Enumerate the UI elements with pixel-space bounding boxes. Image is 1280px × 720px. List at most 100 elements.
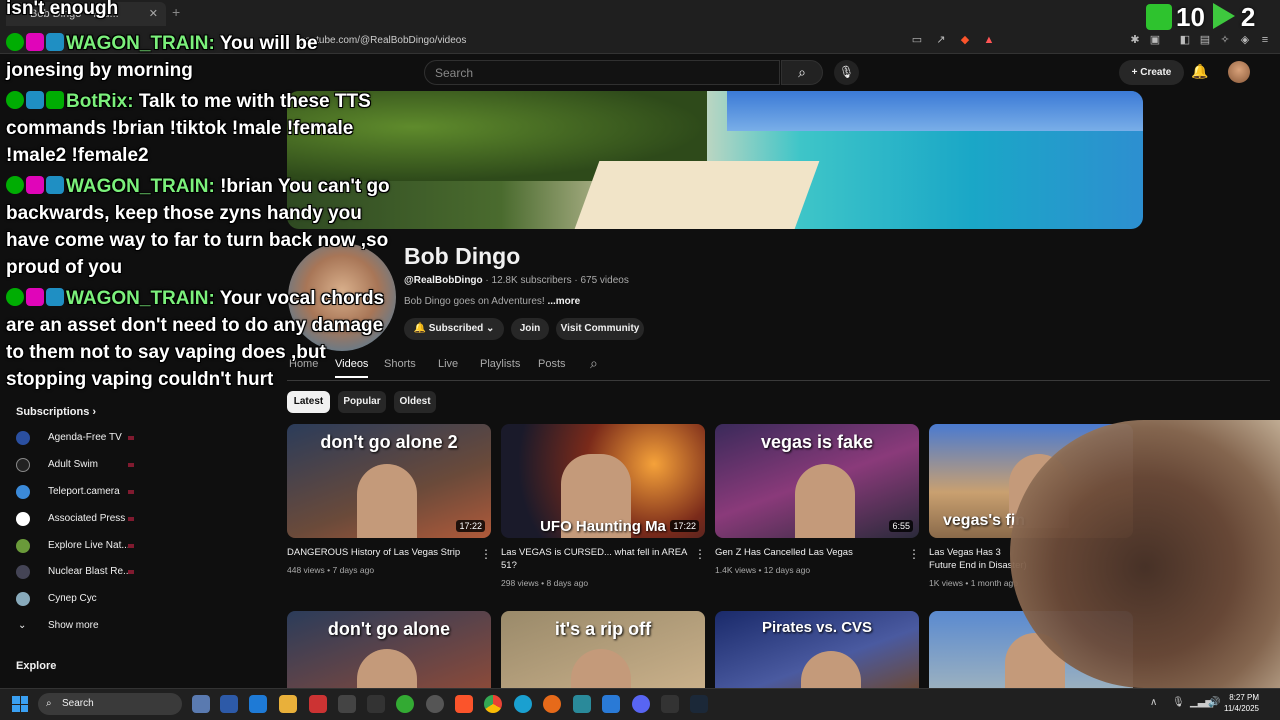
vpn-icon[interactable]: ◈ <box>1238 33 1252 47</box>
notifications-bell-icon[interactable]: 🔔 <box>1191 63 1208 80</box>
search-icon: ⌕ <box>46 698 52 709</box>
video-thumbnail[interactable]: don't go alone 2 17:22 <box>287 424 491 538</box>
vscode-icon[interactable] <box>602 695 620 713</box>
windows-start-icon[interactable] <box>12 696 28 712</box>
search-input[interactable]: Search <box>424 60 780 85</box>
video-title[interactable]: Gen Z Has Cancelled Las Vegas <box>715 546 905 559</box>
sub-label: Nuclear Blast Re... <box>48 566 128 577</box>
sidebar-sub-adult-swim[interactable]: Adult Swim <box>16 455 146 475</box>
video-thumbnail[interactable]: don't go alone <box>287 611 491 688</box>
thumb-text: don't go alone <box>327 619 451 639</box>
chevron-right-icon: › <box>92 406 97 418</box>
subscriptions-heading[interactable]: Subscriptions › <box>16 406 96 418</box>
more-actions-icon[interactable]: ⋮ <box>480 547 492 561</box>
video-title[interactable]: Las VEGAS is CURSED... what fell in AREA… <box>501 546 691 572</box>
channel-search-icon[interactable]: ⌕ <box>590 355 598 372</box>
app-icon[interactable] <box>338 695 356 713</box>
visit-community-button[interactable]: Visit Community <box>556 318 644 340</box>
more-actions-icon[interactable]: ⋮ <box>908 547 920 561</box>
sub-label: Agenda-Free TV <box>48 432 122 443</box>
create-button[interactable]: + Create <box>1119 60 1184 85</box>
app-icon[interactable] <box>249 695 267 713</box>
app-icon[interactable] <box>661 695 679 713</box>
chrome-icon[interactable] <box>484 695 502 713</box>
video-thumbnail[interactable]: UFO Haunting Ma 17:22 <box>501 424 705 538</box>
chat-username: WAGON_TRAIN: <box>66 33 215 54</box>
menu-icon[interactable]: ≡ <box>1258 33 1272 47</box>
subscribed-button[interactable]: 🔔 Subscribed ⌄ <box>404 318 504 340</box>
edge-icon[interactable] <box>514 695 532 713</box>
mic-button[interactable]: 🎙 <box>834 60 859 85</box>
channel-name: Bob Dingo <box>404 243 521 269</box>
channel-description[interactable]: Bob Dingo goes on Adventures! ...more <box>404 296 580 307</box>
clock-date: 11/4/2025 <box>1224 704 1259 713</box>
more-actions-icon[interactable]: ⋮ <box>694 547 706 561</box>
brave-shield-icon[interactable]: ◆ <box>958 33 972 47</box>
brave-icon[interactable] <box>455 695 473 713</box>
sidebar-sub-agenda-free-tv[interactable]: Agenda-Free TV <box>16 428 146 448</box>
duration-badge: 17:22 <box>670 520 699 532</box>
clock-time: 8:27 PM <box>1229 693 1259 702</box>
channel-stats: · 12.8K subscribers · 675 videos <box>485 275 629 286</box>
chat-message: BotRix: Talk to me with these TTS comman… <box>6 88 390 169</box>
tab-live[interactable]: Live <box>438 358 458 370</box>
app-icon[interactable] <box>220 695 238 713</box>
chat-fragment: isn't enough <box>6 0 119 19</box>
system-clock[interactable]: 8:27 PM 11/4/2025 <box>1224 692 1259 714</box>
join-button[interactable]: Join <box>511 318 549 340</box>
tab-divider <box>287 380 1270 381</box>
kick-count: 10 <box>1176 2 1205 32</box>
taskbar-search[interactable]: ⌕ Search <box>38 693 182 715</box>
share-icon[interactable]: ↗ <box>934 33 948 47</box>
webcam-overlay <box>1010 420 1280 688</box>
steam-icon[interactable] <box>690 695 708 713</box>
video-thumbnail[interactable]: Pirates vs. CVS <box>715 611 919 688</box>
cast-icon[interactable]: ▭ <box>910 33 924 47</box>
rewards-icon[interactable]: ▲ <box>982 33 996 47</box>
tab-posts[interactable]: Posts <box>538 358 566 370</box>
video-meta: 1K views • 1 month ago <box>929 578 1018 588</box>
app-icon[interactable] <box>573 695 591 713</box>
app-icon[interactable] <box>309 695 327 713</box>
file-explorer-icon[interactable] <box>279 695 297 713</box>
discord-icon[interactable] <box>632 695 650 713</box>
volume-icon[interactable]: 🔊 <box>1208 697 1220 708</box>
mic-icon: 🎙 <box>838 65 855 79</box>
chat-message: WAGON_TRAIN: !brian You can't go backwar… <box>6 173 390 281</box>
wallet-icon[interactable]: ▤ <box>1198 33 1212 47</box>
account-avatar[interactable] <box>1228 61 1250 83</box>
app-icon[interactable] <box>192 695 210 713</box>
firefox-icon[interactable] <box>543 695 561 713</box>
chat-username: WAGON_TRAIN: <box>66 288 215 309</box>
chip-oldest[interactable]: Oldest <box>394 391 436 413</box>
sub-label: Adult Swim <box>48 459 99 470</box>
video-thumbnail[interactable]: vegas is fake 6:55 <box>715 424 919 538</box>
tab-playlists[interactable]: Playlists <box>480 358 520 370</box>
sidebar-sub-super-sus[interactable]: Супер Сус <box>16 589 146 609</box>
sidebar-sub-teleport-camera[interactable]: Teleport.camera <box>16 482 146 502</box>
microphone-icon[interactable]: 🎙 <box>1172 697 1185 708</box>
video-thumbnail[interactable]: it's a rip off <box>501 611 705 688</box>
sidebar-sub-associated-press[interactable]: Associated Press <box>16 509 146 529</box>
more-link[interactable]: ...more <box>547 296 580 307</box>
leo-ai-icon[interactable]: ✧ <box>1218 33 1232 47</box>
search-icon: ⌕ <box>798 64 806 80</box>
screenshot-icon[interactable]: ▣ <box>1148 33 1162 47</box>
explore-heading: Explore <box>16 660 57 672</box>
tray-chevron-icon[interactable]: ∧ <box>1150 697 1157 708</box>
show-more-button[interactable]: ⌄ Show more <box>16 616 146 636</box>
sidebar-sub-explore-live-nature[interactable]: Explore Live Nat... <box>16 536 146 556</box>
duration-badge: 17:22 <box>456 520 485 532</box>
video-meta: 448 views • 7 days ago <box>287 565 375 575</box>
extensions-icon[interactable]: ✱ <box>1128 33 1142 47</box>
video-title[interactable]: DANGEROUS History of Las Vegas Strip <box>287 546 477 559</box>
app-icon[interactable] <box>396 695 414 713</box>
sidebar-toggle-icon[interactable]: ◧ <box>1178 33 1192 47</box>
sidebar-sub-nuclear-blast[interactable]: Nuclear Blast Re... <box>16 562 146 582</box>
obs-icon[interactable] <box>426 695 444 713</box>
search-button[interactable]: ⌕ <box>781 60 823 85</box>
url-field[interactable]: youtube.com/@RealBobDingo/videos <box>300 32 900 50</box>
bell-icon: 🔔 <box>413 323 429 334</box>
video-meta: 1.4K views • 12 days ago <box>715 565 811 575</box>
capcut-icon[interactable] <box>367 695 385 713</box>
